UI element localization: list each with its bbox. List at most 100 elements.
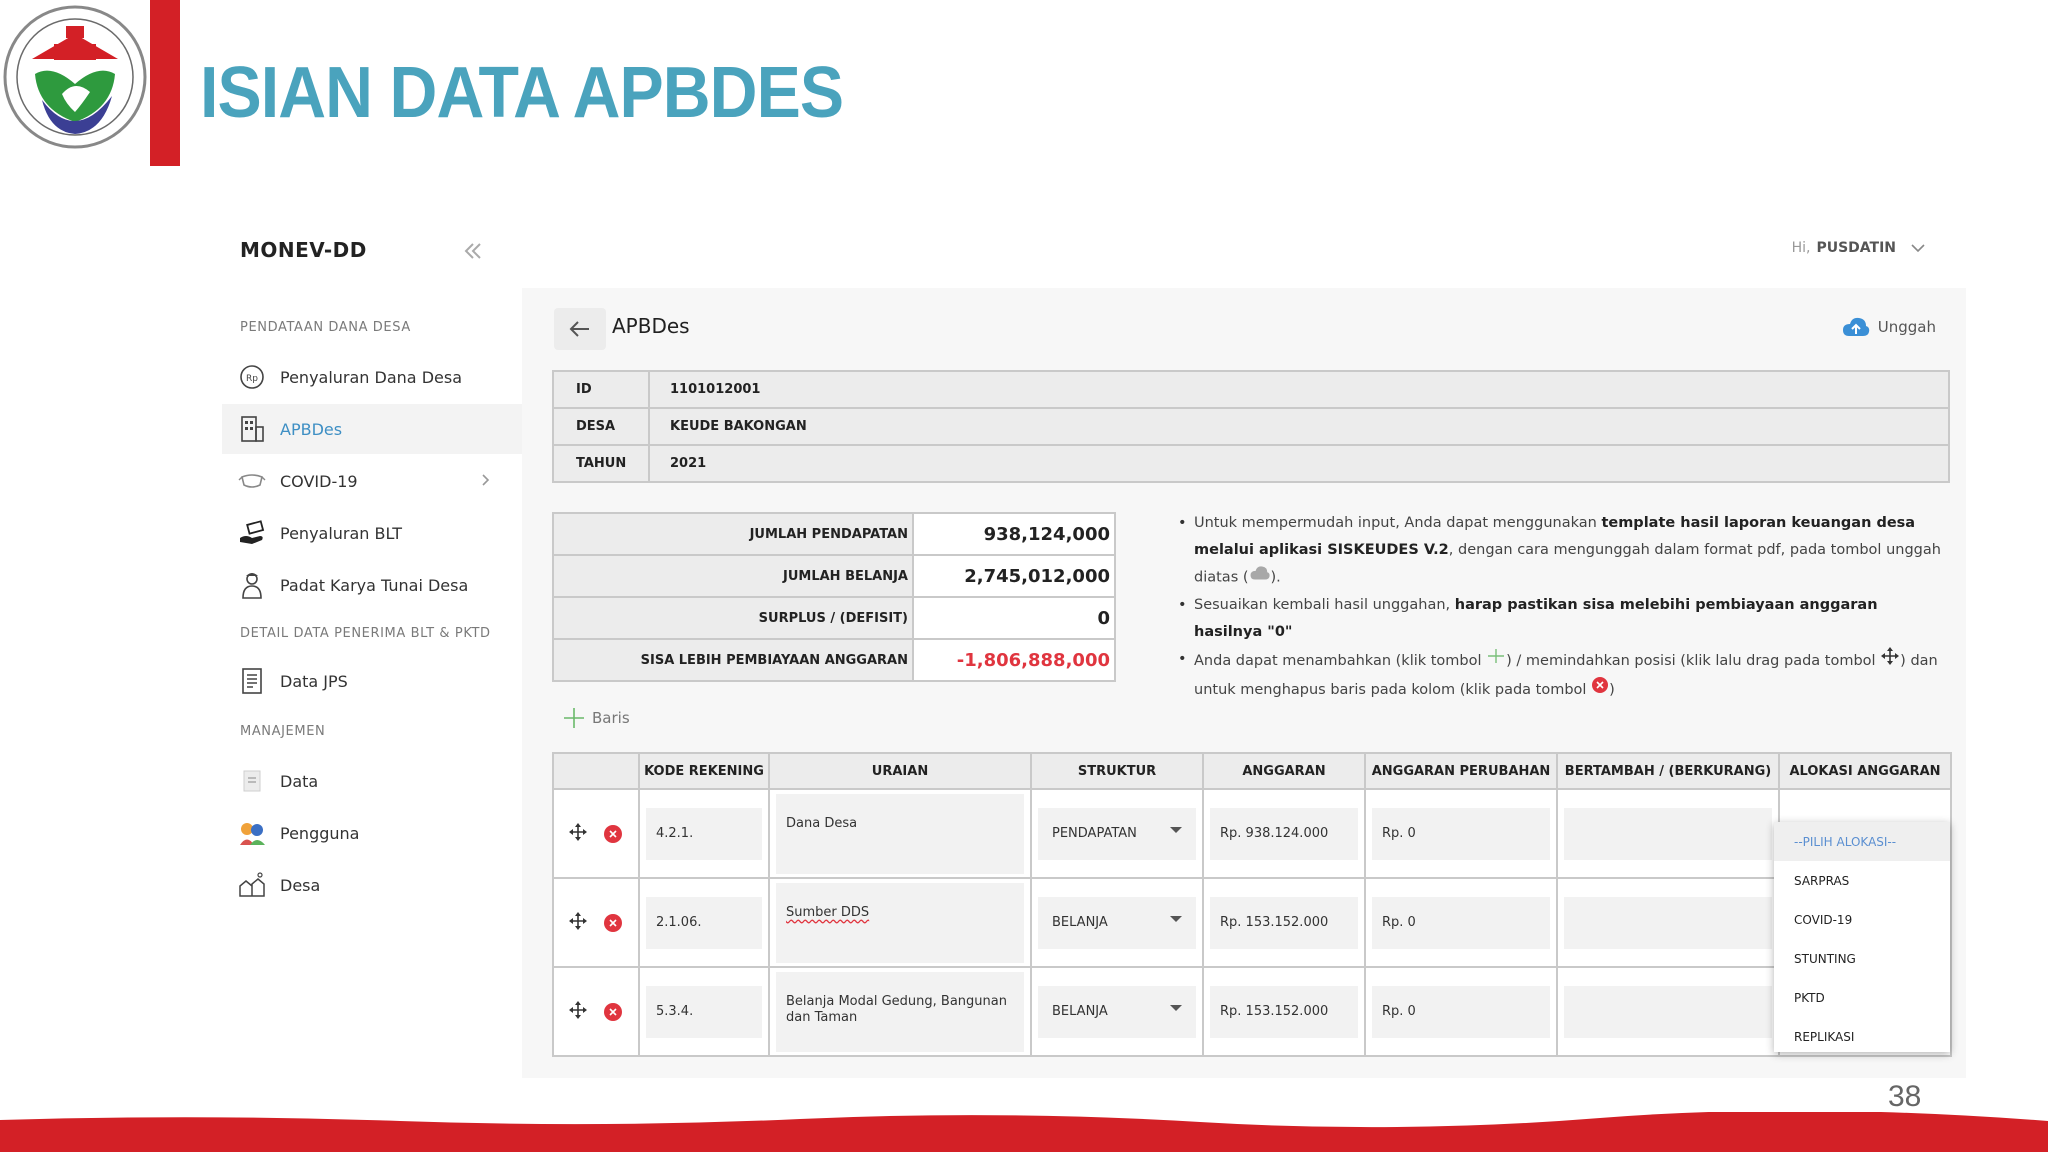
alokasi-option[interactable]: PKTD bbox=[1774, 978, 1950, 1017]
info-key: DESA bbox=[552, 407, 650, 446]
bertambah-cell bbox=[1556, 966, 1780, 1057]
note-text: Untuk mempermudah input, Anda dapat meng… bbox=[1194, 515, 1602, 531]
arrow-left-icon bbox=[569, 321, 589, 337]
header-red-bar bbox=[150, 0, 180, 166]
dropdown-caret-icon bbox=[1170, 826, 1182, 833]
back-button[interactable] bbox=[554, 308, 606, 350]
delete-row-button[interactable] bbox=[604, 824, 622, 843]
struktur-select[interactable]: PENDAPATAN bbox=[1038, 807, 1196, 860]
alokasi-option[interactable]: REPLIKASI bbox=[1774, 1017, 1950, 1056]
sidebar-item-label: COVID-19 bbox=[280, 471, 358, 491]
slide-title: ISIAN DATA APBDES bbox=[200, 53, 844, 133]
top-bar: Hi, PUSDATIN bbox=[522, 218, 1966, 288]
alokasi-option[interactable]: SARPRAS bbox=[1774, 861, 1950, 900]
summary-label: JUMLAH BELANJA bbox=[552, 554, 914, 598]
alokasi-option[interactable]: COVID-19 bbox=[1774, 900, 1950, 939]
summary-value: 0 bbox=[912, 596, 1116, 640]
anggaran-cell: Rp. 153.152.000 bbox=[1202, 877, 1366, 968]
sidebar-item-data-jps[interactable]: Data JPS bbox=[222, 656, 522, 706]
bertambah-input[interactable] bbox=[1564, 896, 1772, 949]
bertambah-input[interactable] bbox=[1564, 985, 1772, 1038]
village-info-table: ID 1101012001 DESA KEUDE BAKONGAN TAHUN … bbox=[552, 370, 1950, 483]
document-list-icon bbox=[238, 667, 266, 695]
summary-row: SISA LEBIH PEMBIAYAAN ANGGARAN -1,806,88… bbox=[552, 638, 1116, 682]
anggaran-perubahan-input[interactable]: Rp. 0 bbox=[1372, 807, 1550, 860]
summary-value-negative: -1,806,888,000 bbox=[912, 638, 1116, 682]
sidebar-item-label: APBDes bbox=[280, 419, 343, 439]
sidebar-item-label: Data JPS bbox=[280, 671, 348, 691]
header-kode-rekening: KODE REKENING bbox=[638, 752, 770, 790]
page-title: APBDes bbox=[612, 314, 690, 338]
bertambah-cell bbox=[1556, 877, 1780, 968]
uraian-cell: Sumber DDS bbox=[768, 877, 1032, 968]
sidebar-item-pengguna[interactable]: Pengguna bbox=[222, 808, 522, 858]
alokasi-option[interactable]: --PILIH ALOKASI-- bbox=[1774, 822, 1950, 861]
perubahan-cell: Rp. 0 bbox=[1364, 877, 1558, 968]
upload-button[interactable]: Unggah bbox=[1842, 316, 1936, 338]
summary-row: JUMLAH BELANJA 2,745,012,000 bbox=[552, 554, 1116, 598]
summary-value: 2,745,012,000 bbox=[912, 554, 1116, 598]
row-actions bbox=[552, 877, 640, 968]
user-name: PUSDATIN bbox=[1816, 240, 1896, 256]
sidebar-item-desa[interactable]: Desa bbox=[222, 860, 522, 910]
uraian-input[interactable]: Sumber DDS bbox=[776, 882, 1024, 963]
user-menu[interactable]: Hi, PUSDATIN bbox=[1792, 240, 1926, 256]
alokasi-option[interactable]: STUNTING bbox=[1774, 939, 1950, 978]
sidebar-item-penyaluran-blt[interactable]: Penyaluran BLT bbox=[222, 508, 522, 558]
move-arrows-icon[interactable] bbox=[568, 1000, 588, 1024]
dropdown-caret-icon bbox=[1170, 1004, 1182, 1011]
info-key: TAHUN bbox=[552, 444, 650, 483]
anggaran-input[interactable]: Rp. 153.152.000 bbox=[1210, 985, 1358, 1038]
delete-row-button[interactable] bbox=[604, 913, 622, 932]
section-manajemen: MANAJEMEN bbox=[240, 724, 326, 739]
uraian-input[interactable]: Belanja Modal Gedung, Bangunan dan Taman bbox=[776, 971, 1024, 1052]
anggaran-cell: Rp. 153.152.000 bbox=[1202, 966, 1366, 1057]
uraian-input[interactable]: Dana Desa bbox=[776, 793, 1024, 874]
struktur-value: BELANJA bbox=[1052, 915, 1108, 930]
anggaran-input[interactable]: Rp. 938.124.000 bbox=[1210, 807, 1358, 860]
note-item: Sesuaikan kembali hasil unggahan, harap … bbox=[1176, 592, 1946, 646]
delete-row-button[interactable] bbox=[604, 1002, 622, 1021]
uraian-cell: Belanja Modal Gedung, Bangunan dan Taman bbox=[768, 966, 1032, 1057]
kode-rekening-input[interactable]: 4.2.1. bbox=[646, 807, 762, 860]
move-arrows-icon bbox=[1880, 646, 1900, 676]
collapse-sidebar-button[interactable] bbox=[458, 236, 488, 266]
sidebar-item-padat-karya[interactable]: Padat Karya Tunai Desa bbox=[222, 560, 522, 610]
add-row-label: Baris bbox=[592, 709, 630, 727]
header-uraian: URAIAN bbox=[768, 752, 1032, 790]
sidebar-item-covid-19[interactable]: COVID-19 bbox=[222, 456, 522, 506]
anggaran-perubahan-input[interactable]: Rp. 0 bbox=[1372, 985, 1550, 1038]
building-document-icon bbox=[238, 415, 266, 443]
note-text: ) bbox=[1609, 681, 1615, 698]
note-item: Untuk mempermudah input, Anda dapat meng… bbox=[1176, 510, 1946, 592]
struktur-select[interactable]: BELANJA bbox=[1038, 985, 1196, 1038]
kode-cell: 4.2.1. bbox=[638, 788, 770, 879]
cloud-upload-icon bbox=[1249, 564, 1271, 591]
budget-summary-table: JUMLAH PENDAPATAN 938,124,000 JUMLAH BEL… bbox=[552, 512, 1116, 682]
header-anggaran: ANGGARAN bbox=[1202, 752, 1366, 790]
move-arrows-icon[interactable] bbox=[568, 911, 588, 935]
bertambah-input[interactable] bbox=[1564, 807, 1772, 860]
section-detail-penerima: DETAIL DATA PENERIMA BLT & PKTD bbox=[240, 626, 491, 641]
alokasi-dropdown-menu: --PILIH ALOKASI-- SARPRAS COVID-19 STUNT… bbox=[1774, 822, 1950, 1052]
add-row-button[interactable]: Baris bbox=[562, 706, 630, 730]
rupiah-coin-icon: Rp bbox=[238, 363, 266, 391]
sidebar-item-penyaluran-dana-desa[interactable]: Rp Penyaluran Dana Desa bbox=[222, 352, 522, 402]
kode-rekening-input[interactable]: 2.1.06. bbox=[646, 896, 762, 949]
kode-rekening-input[interactable]: 5.3.4. bbox=[646, 985, 762, 1038]
sidebar-item-apbdes[interactable]: APBDes bbox=[222, 404, 522, 454]
anggaran-input[interactable]: Rp. 153.152.000 bbox=[1210, 896, 1358, 949]
dropdown-caret-icon bbox=[1170, 915, 1182, 922]
move-arrows-icon[interactable] bbox=[568, 822, 588, 846]
close-icon bbox=[609, 918, 617, 927]
info-row-desa: DESA KEUDE BAKONGAN bbox=[552, 407, 1950, 446]
summary-label: SURPLUS / (DEFISIT) bbox=[552, 596, 914, 640]
greeting-text: Hi, bbox=[1791, 240, 1811, 256]
sidebar-item-label: Desa bbox=[280, 875, 321, 895]
table-row: 5.3.4. Belanja Modal Gedung, Bangunan da… bbox=[552, 966, 1952, 1057]
sidebar-item-data[interactable]: Data bbox=[222, 756, 522, 806]
sidebar-item-label: Penyaluran BLT bbox=[280, 523, 402, 543]
anggaran-perubahan-input[interactable]: Rp. 0 bbox=[1372, 896, 1550, 949]
row-actions bbox=[552, 966, 640, 1057]
struktur-select[interactable]: BELANJA bbox=[1038, 896, 1196, 949]
